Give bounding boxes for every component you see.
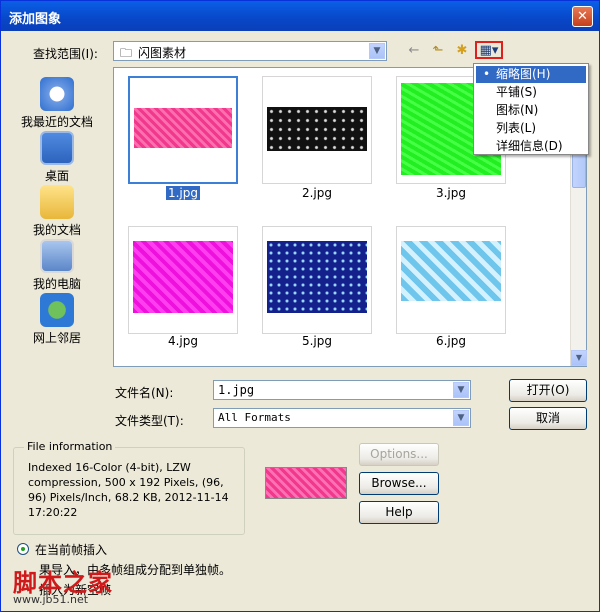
back-icon[interactable]: ← [405,42,423,60]
file-information-group: File information Indexed 16-Color (4-bit… [13,440,245,535]
menu-item-list[interactable]: 列表(L) [476,120,586,137]
insert-current-frame-radio[interactable] [17,543,29,555]
network-icon [40,293,74,327]
cancel-button[interactable]: 取消 [509,407,587,430]
views-popup-menu: • 缩略图(H) 平铺(S) 图标(N) 列表(L) 详细信息(D) [473,63,589,155]
site-watermark-url: www.jb51.net [13,593,89,606]
file-name-field-label: 文件名(N): [115,386,174,400]
file-thumbnail-4[interactable] [128,226,238,334]
image-preview [265,467,347,499]
file-information-text: Indexed 16-Color (4-bit), LZW compressio… [28,461,229,519]
look-in-dropdown[interactable]: 🗀 闪图素材 ▼ [113,41,387,61]
file-name-label[interactable]: 2.jpg [262,186,372,200]
add-image-dialog: 添加图象 ✕ 查找范围(I): 🗀 闪图素材 ▼ ← ⬑ ✱ ▦▾ 我最近的文档… [0,0,600,612]
options-button[interactable]: Options... [359,443,439,466]
file-name-input[interactable]: 1.jpg ▼ [213,380,471,400]
look-in-label: 查找范围(I): [33,47,98,61]
chevron-down-icon[interactable]: ▼ [453,410,469,426]
file-name-label[interactable]: 4.jpg [128,334,238,348]
help-button[interactable]: Help [359,501,439,524]
up-folder-icon[interactable]: ⬑ [429,42,447,60]
file-name-label[interactable]: 1.jpg [128,186,238,200]
place-my-documents[interactable]: 我的文档 [13,185,101,238]
file-name-label[interactable]: 6.jpg [396,334,506,348]
menu-item-details[interactable]: 详细信息(D) [476,138,586,155]
new-folder-icon[interactable]: ✱ [453,42,471,60]
views-menu-icon[interactable]: ▦▾ [475,41,503,59]
close-button[interactable]: ✕ [572,6,593,27]
look-in-value: 闪图素材 [138,46,187,60]
title-bar[interactable]: 添加图象 ✕ [1,1,599,31]
file-thumbnail-1[interactable] [128,76,238,184]
thumbnail-image [133,241,233,313]
place-desktop[interactable]: 桌面 [13,131,101,184]
file-name-label[interactable]: 3.jpg [396,186,506,200]
file-thumbnail-2[interactable] [262,76,372,184]
chevron-down-icon[interactable]: ▼ [453,382,469,398]
place-recent-documents[interactable]: 我最近的文档 [13,77,101,130]
open-button[interactable]: 打开(O) [509,379,587,402]
menu-item-tiles[interactable]: 平铺(S) [476,84,586,101]
places-bar: 我最近的文档 桌面 我的文档 我的电脑 网上邻居 [13,69,101,369]
recent-docs-icon [40,77,74,111]
my-computer-icon [40,239,74,273]
thumbnail-image [267,241,367,313]
browse-button[interactable]: Browse... [359,472,439,495]
scroll-down-icon[interactable]: ▼ [571,350,587,366]
place-my-computer[interactable]: 我的电脑 [13,239,101,292]
file-type-dropdown[interactable]: All Formats ▼ [213,408,471,428]
place-network[interactable]: 网上邻居 [13,293,101,346]
window-title: 添加图象 [9,12,62,27]
folder-icon: 🗀 [120,46,133,60]
file-type-label: 文件类型(T): [115,414,184,428]
file-information-title: File information [24,440,116,453]
chevron-down-icon[interactable]: ▼ [369,43,385,59]
file-thumbnail-6[interactable] [396,226,506,334]
desktop-icon [40,131,74,165]
menu-item-thumbnails[interactable]: • 缩略图(H) [476,66,586,83]
thumbnail-image [401,241,501,301]
my-documents-icon [40,185,74,219]
thumbnail-image [267,107,367,151]
thumbnail-image [134,108,232,148]
insert-current-frame-label: 在当前帧插入 [35,543,108,557]
file-thumbnail-5[interactable] [262,226,372,334]
file-type-value: All Formats [218,411,291,424]
menu-item-icons[interactable]: 图标(N) [476,102,586,119]
file-name-value: 1.jpg [218,383,255,397]
file-name-label[interactable]: 5.jpg [262,334,372,348]
